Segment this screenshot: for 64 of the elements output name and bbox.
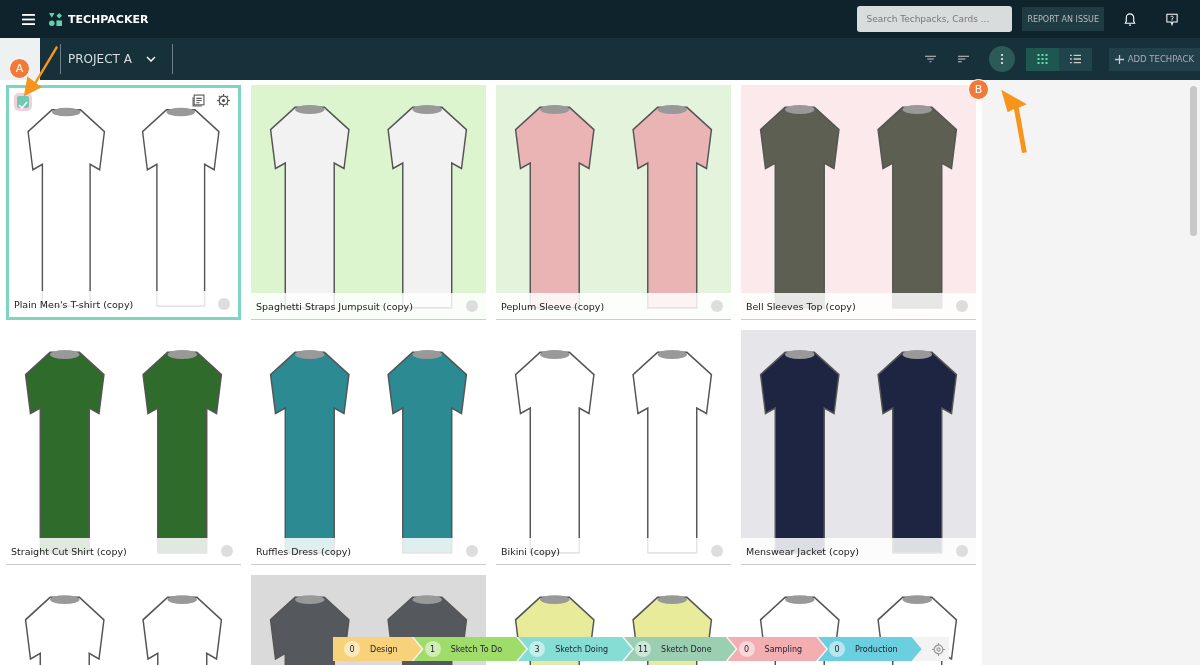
card-title: Bikini (copy) xyxy=(501,545,561,557)
stage-count: 0 xyxy=(344,641,360,657)
stage-tab[interactable]: 1 Sketch To Do xyxy=(413,637,527,661)
bell-icon[interactable] xyxy=(1124,12,1136,26)
sort-icon[interactable] xyxy=(957,55,969,63)
card[interactable]: Ruffles Dress (copy) xyxy=(251,330,486,565)
status-dot xyxy=(711,300,723,312)
stage-label: Sketch Doing xyxy=(555,644,609,654)
stage-label: Design xyxy=(370,644,398,654)
card-title: Peplum Sleeve (copy) xyxy=(501,300,605,312)
card-title: Ruffles Dress (copy) xyxy=(256,545,352,557)
settings-icon[interactable] xyxy=(217,94,230,107)
selected-card[interactable]: Plain Men's T-shirt (copy) xyxy=(6,85,241,320)
card[interactable]: Bikini (copy) xyxy=(496,330,731,565)
status-dot xyxy=(218,298,230,310)
stage-tab[interactable]: 11 Sketch Done xyxy=(624,637,736,661)
stage-count: 11 xyxy=(635,641,652,657)
report-issue-button[interactable]: REPORT AN ISSUE xyxy=(1022,7,1104,31)
status-dot xyxy=(956,545,968,557)
stage-tab[interactable]: 3 Sketch Doing xyxy=(518,637,633,661)
status-dot xyxy=(466,545,478,557)
card[interactable]: Straight Cut Shirt (copy) xyxy=(6,330,241,565)
brand-name: TECHPACKER xyxy=(68,12,149,26)
card-title: Menswear Jacket (copy) xyxy=(746,545,860,557)
help-icon[interactable] xyxy=(1166,12,1178,26)
card[interactable]: Menswear Jacket (copy) xyxy=(741,330,976,565)
logo-icon xyxy=(49,12,62,26)
card[interactable]: Spaghetti Straps Jumpsuit (copy) xyxy=(251,85,486,320)
stage-tab[interactable]: 0 Sampling xyxy=(727,637,827,661)
stage-count: 0 xyxy=(738,641,755,657)
card[interactable]: Bell Sleeves Top (copy) xyxy=(741,85,976,320)
chevron-down-icon[interactable] xyxy=(145,56,156,62)
status-dot xyxy=(711,545,723,557)
stage-tab[interactable]: 0 Production xyxy=(818,637,922,661)
grid-icon xyxy=(1036,54,1048,64)
stage-count: 3 xyxy=(529,641,546,657)
scrollbar-thumb[interactable] xyxy=(1190,86,1197,236)
search-field[interactable]: Search Techpacks, Cards ... xyxy=(857,6,1013,32)
status-dot xyxy=(221,545,233,557)
list-icon xyxy=(1069,54,1081,64)
card-title: Bell Sleeves Top (copy) xyxy=(746,300,856,312)
project-dropdown[interactable]: PROJECT A xyxy=(60,44,173,74)
filter-icon[interactable] xyxy=(924,55,936,63)
stage-count: 0 xyxy=(829,641,846,657)
annotation-arrow xyxy=(22,43,58,99)
stage-count: 1 xyxy=(424,641,441,657)
card-title: Spaghetti Straps Jumpsuit (copy) xyxy=(256,300,413,312)
checkbox[interactable] xyxy=(17,96,29,108)
plus-icon xyxy=(1114,54,1124,64)
card-title: Straight Cut Shirt (copy) xyxy=(11,545,127,557)
stage-label: Sketch To Do xyxy=(450,644,503,654)
stage-tab[interactable]: 0 Design xyxy=(333,637,422,661)
document-icon[interactable] xyxy=(192,94,205,107)
status-dot xyxy=(956,300,968,312)
grid-view-button[interactable] xyxy=(1025,47,1059,71)
list-view-button[interactable] xyxy=(1058,47,1092,71)
status-dot xyxy=(466,300,478,312)
add-techpack-button[interactable]: ADD TECHPACK xyxy=(1108,47,1200,71)
stage-label: Production xyxy=(855,644,898,654)
stage-label: Sketch Done xyxy=(661,644,712,654)
stage-label: Sampling xyxy=(764,644,803,654)
menu-icon[interactable] xyxy=(22,13,35,25)
card[interactable]: Peplum Sleeve (copy) xyxy=(496,85,731,320)
card-title: Plain Men's T-shirt (copy) xyxy=(14,298,134,310)
